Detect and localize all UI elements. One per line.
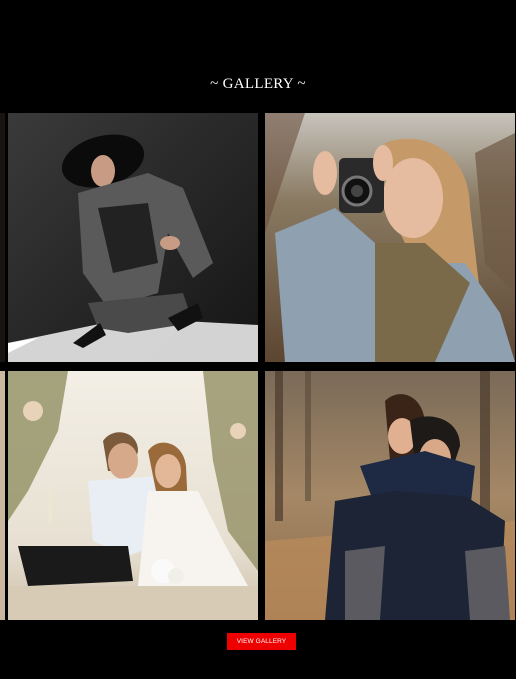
gallery-title: ~ GALLERY ~ bbox=[210, 76, 306, 92]
gallery-photo-4[interactable] bbox=[265, 371, 515, 620]
woman-with-camera-photo-icon bbox=[265, 113, 515, 362]
piggyback-couple-photo-icon bbox=[265, 371, 515, 620]
woman-in-hat-fashion-photo-icon bbox=[8, 113, 258, 362]
gallery-photo-2[interactable] bbox=[265, 113, 515, 362]
previous-slide-edge bbox=[0, 113, 5, 362]
gallery-photo-3[interactable] bbox=[8, 371, 258, 620]
gallery-photo-1[interactable] bbox=[8, 113, 258, 362]
previous-slide-edge bbox=[0, 371, 5, 620]
view-gallery-button[interactable]: VIEW GALLERY bbox=[227, 633, 296, 650]
beach-wedding-couple-photo-icon bbox=[8, 371, 258, 620]
